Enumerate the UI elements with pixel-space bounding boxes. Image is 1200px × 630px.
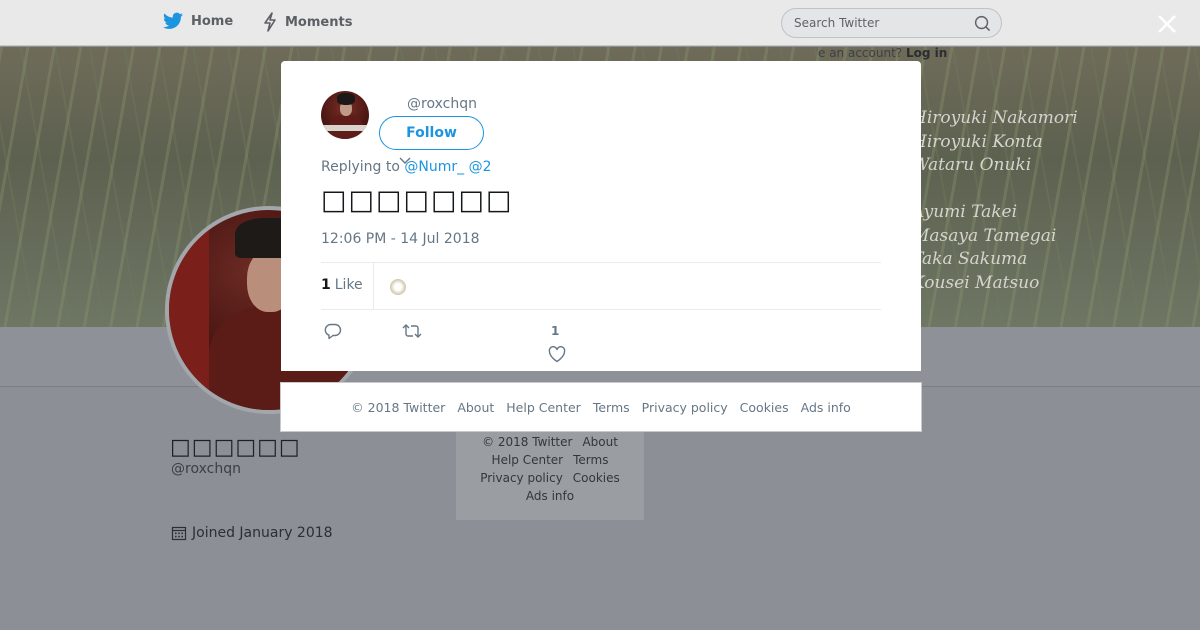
close-icon[interactable]	[1155, 12, 1179, 36]
liker-avatar[interactable]	[390, 279, 406, 295]
twitter-bird-icon	[163, 12, 183, 29]
tweet-actions: 1	[321, 321, 881, 365]
likes-count: 1	[321, 277, 331, 293]
tweet-timestamp[interactable]: 12:06 PM - 14 Jul 2018	[321, 231, 480, 247]
top-navigation-bar: Home Moments Search Twitter	[0, 0, 1200, 46]
modal-footer-terms[interactable]: Terms	[593, 400, 630, 415]
likes-stat[interactable]: 1 Like	[321, 277, 363, 293]
banner-credits-text: Hiroyuki Nakamori Hiroyuki Konta Wataru …	[912, 108, 1078, 293]
tweet-modal: @roxchqn Follow Replying to @Numr_ @2 □□…	[281, 61, 921, 371]
stats-divider	[373, 263, 374, 310]
nav-moments[interactable]: Moments	[263, 12, 352, 32]
replying-mentions[interactable]: @Numr_ @2	[404, 159, 491, 175]
side-footer-ads[interactable]: Ads info	[526, 489, 574, 503]
modal-footer-cookies[interactable]: Cookies	[740, 400, 789, 415]
signin-prefix: e an account?	[818, 46, 903, 60]
side-footer-about[interactable]: About	[582, 435, 617, 449]
tweet-author-avatar[interactable]	[321, 91, 369, 139]
likes-label: Like	[334, 277, 363, 293]
heart-icon[interactable]	[548, 346, 566, 363]
search-input[interactable]: Search Twitter	[781, 8, 1002, 38]
login-link[interactable]: Log in	[906, 46, 947, 60]
signin-prompt: e an account? Log in	[818, 46, 947, 60]
lightning-icon	[264, 12, 276, 32]
tweet-author-handle[interactable]: @roxchqn	[407, 96, 477, 112]
replying-to: Replying to @Numr_ @2	[321, 159, 492, 175]
modal-footer: © 2018 Twitter About Help Center Terms P…	[280, 382, 922, 432]
profile-handle[interactable]: @roxchqn	[171, 461, 241, 477]
reply-icon[interactable]	[324, 322, 342, 340]
side-footer-privacy[interactable]: Privacy policy	[480, 471, 563, 485]
side-footer-terms[interactable]: Terms	[573, 453, 608, 467]
calendar-icon	[171, 526, 187, 541]
search-icon[interactable]	[974, 15, 991, 32]
search-placeholder: Search Twitter	[794, 16, 880, 30]
modal-footer-help[interactable]: Help Center	[506, 400, 581, 415]
like-action-count: 1	[551, 324, 560, 338]
nav-home-label: Home	[191, 13, 234, 29]
side-footer: © 2018 Twitter About Help Center Terms Pri…	[456, 430, 644, 520]
tweet-text: □□□□□□□	[321, 185, 514, 216]
joined-date: Joined January 2018	[171, 525, 333, 541]
nav-home[interactable]: Home	[163, 12, 233, 30]
retweet-icon[interactable]	[402, 322, 422, 340]
follow-button[interactable]: Follow	[379, 116, 484, 150]
side-footer-copyright: © 2018 Twitter	[482, 435, 573, 449]
tweet-stats: 1 Like	[321, 262, 881, 310]
modal-footer-copyright: © 2018 Twitter	[351, 399, 446, 415]
side-footer-help[interactable]: Help Center	[492, 453, 564, 467]
side-footer-cookies[interactable]: Cookies	[573, 471, 620, 485]
modal-footer-ads[interactable]: Ads info	[801, 400, 851, 415]
replying-prefix: Replying to	[321, 159, 400, 175]
profile-name: □□□□□□	[170, 435, 301, 460]
modal-footer-about[interactable]: About	[457, 400, 494, 415]
joined-label: Joined January 2018	[192, 525, 333, 541]
modal-footer-privacy[interactable]: Privacy policy	[642, 400, 728, 415]
nav-moments-label: Moments	[285, 14, 353, 30]
